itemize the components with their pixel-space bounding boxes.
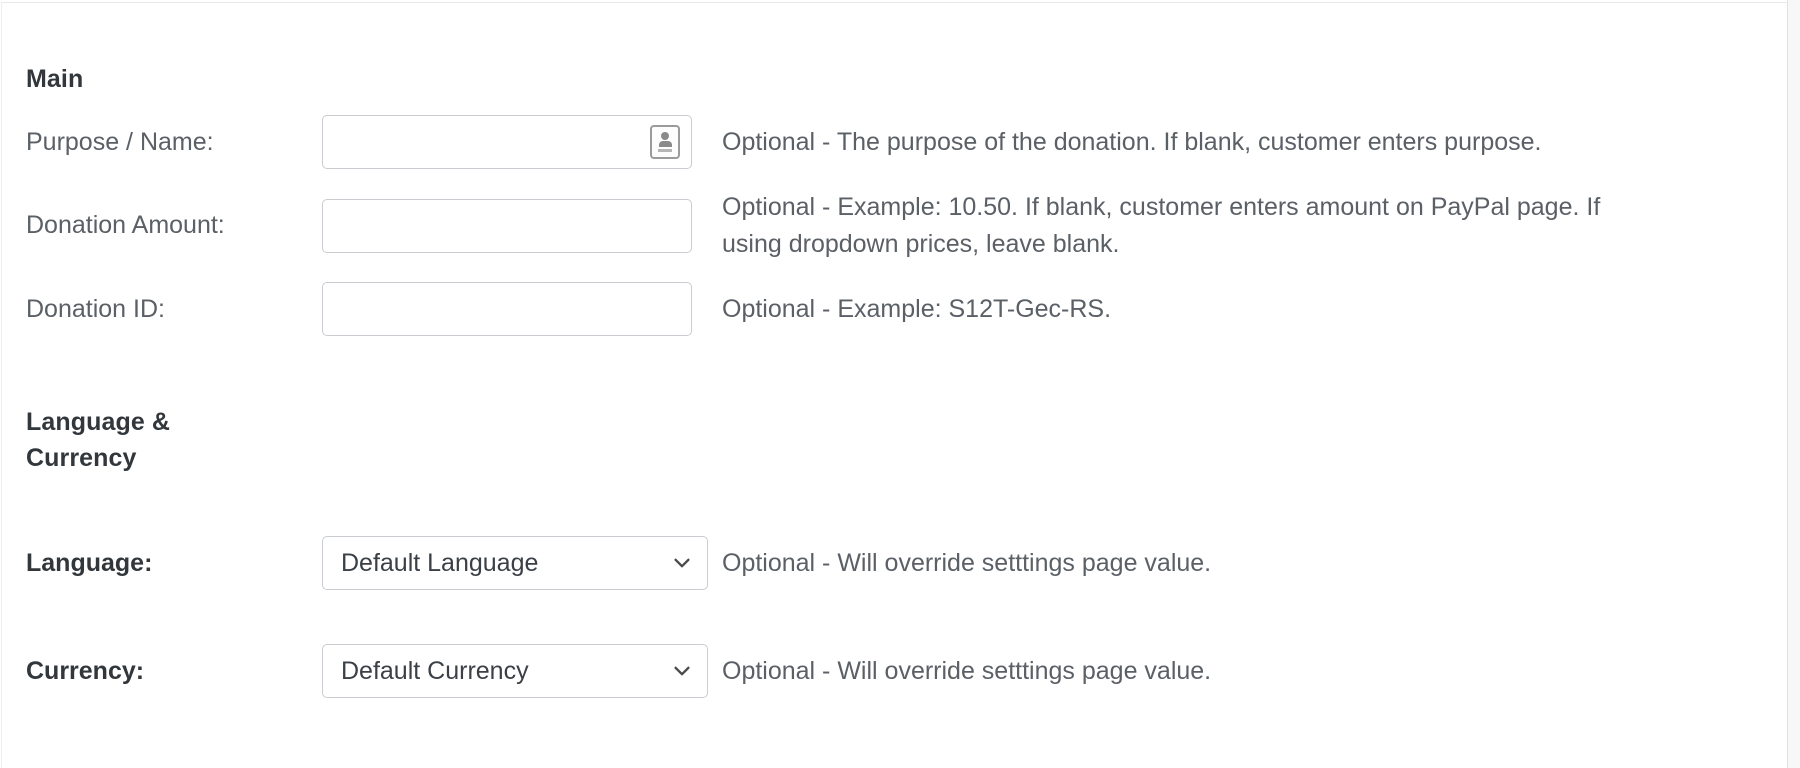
- donation-id-input-wrapper: [322, 282, 692, 336]
- help-text-donation-amount: Optional - Example: 10.50. If blank, cus…: [722, 189, 1602, 262]
- form-row-donation-id: Donation ID: Optional - Example: S12T-Ge…: [2, 282, 1762, 356]
- section-heading-language-currency: Language & Currency: [26, 404, 226, 477]
- address-card-head: [661, 132, 669, 140]
- section-heading-row-language-currency: Language & Currency: [2, 356, 1762, 495]
- address-card-line: [658, 149, 672, 152]
- language-select-wrapper[interactable]: Default Language: [322, 536, 708, 590]
- help-text-currency: Optional - Will override setttings page …: [722, 653, 1762, 689]
- form-row-language: Language: Default Language Optional - Wi…: [2, 494, 1762, 612]
- label-donation-amount: Donation Amount:: [26, 211, 225, 239]
- section-heading-main: Main: [26, 61, 276, 97]
- label-language: Language:: [26, 549, 152, 577]
- chevron-down-icon: [671, 660, 693, 682]
- label-purpose-name: Purpose / Name:: [26, 128, 214, 156]
- language-select[interactable]: Default Language: [322, 536, 708, 590]
- label-currency: Currency:: [26, 657, 144, 685]
- donation-amount-input[interactable]: [322, 199, 692, 253]
- help-text-donation-id: Optional - Example: S12T-Gec-RS.: [722, 291, 1762, 327]
- label-donation-id: Donation ID:: [26, 295, 165, 323]
- donation-settings-form: Main Purpose / Name:: [2, 3, 1762, 698]
- purpose-name-input-wrapper: [322, 115, 692, 169]
- help-text-language: Optional - Will override setttings page …: [722, 545, 1762, 581]
- form-row-purpose-name: Purpose / Name: Optional - The purpose o…: [2, 115, 1762, 189]
- currency-select-wrapper[interactable]: Default Currency: [322, 644, 708, 698]
- address-card-icon[interactable]: [650, 125, 680, 159]
- chevron-down-icon: [671, 552, 693, 574]
- vertical-scrollbar[interactable]: [1787, 0, 1800, 768]
- address-card-body: [659, 141, 672, 147]
- help-text-purpose-name: Optional - The purpose of the donation. …: [722, 124, 1762, 160]
- currency-select[interactable]: Default Currency: [322, 644, 708, 698]
- section-heading-row-main: Main: [2, 3, 1762, 115]
- language-select-value: Default Language: [341, 549, 663, 578]
- currency-select-value: Default Currency: [341, 657, 663, 686]
- settings-panel: Main Purpose / Name:: [1, 2, 1787, 768]
- form-row-donation-amount: Donation Amount: Optional - Example: 10.…: [2, 189, 1762, 282]
- donation-amount-input-wrapper: [322, 199, 692, 253]
- form-row-currency: Currency: Default Currency Optional - Wi…: [2, 612, 1762, 698]
- purpose-name-input[interactable]: [322, 115, 692, 169]
- donation-id-input[interactable]: [322, 282, 692, 336]
